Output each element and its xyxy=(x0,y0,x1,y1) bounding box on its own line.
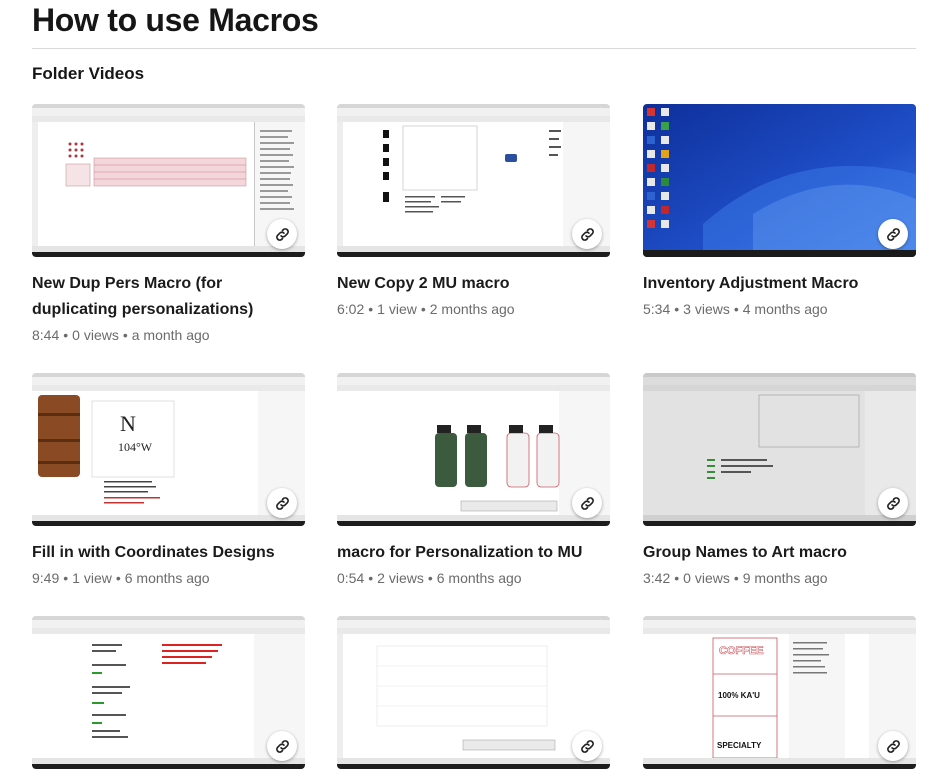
video-thumbnail[interactable] xyxy=(337,616,610,769)
video-meta: 0:54 • 2 views • 6 months ago xyxy=(337,570,522,586)
video-title[interactable]: Group Names to Art macro xyxy=(643,540,916,566)
screenshot-app-window xyxy=(337,616,610,769)
video-title[interactable]: Inventory Adjustment Macro xyxy=(643,271,916,297)
video-title[interactable]: Fill in with Coordinates Designs xyxy=(32,540,305,566)
video-views: 0 views xyxy=(72,327,119,343)
video-title[interactable]: New Copy 2 MU macro xyxy=(337,271,610,297)
video-card[interactable]: Group Names to Art macro 3:42 • 0 views • 9 … xyxy=(643,373,916,588)
video-thumbnail[interactable]: N 104°W xyxy=(32,373,305,526)
screenshot-app-window xyxy=(32,616,305,769)
section-title: Folder Videos xyxy=(32,64,145,83)
link-icon[interactable] xyxy=(572,488,602,518)
thumb-text: N xyxy=(120,411,136,436)
video-card[interactable]: macro for Personalization to MU 0:54 • 2 v… xyxy=(337,373,610,588)
video-age: 2 months ago xyxy=(429,301,515,317)
screenshot-app-window: COFFEE 100% KA'U SPECIALTY xyxy=(643,616,916,769)
title-divider xyxy=(32,48,916,49)
video-card[interactable] xyxy=(32,616,305,769)
video-duration: 6:02 xyxy=(337,301,365,317)
video-thumbnail[interactable]: COFFEE 100% KA'U SPECIALTY xyxy=(643,616,916,769)
video-thumbnail[interactable] xyxy=(32,616,305,769)
link-icon[interactable] xyxy=(878,731,908,761)
video-thumbnail[interactable] xyxy=(337,104,610,257)
video-age: a month ago xyxy=(131,327,210,343)
link-icon[interactable] xyxy=(267,731,297,761)
video-thumbnail[interactable] xyxy=(643,104,916,257)
link-icon[interactable] xyxy=(267,219,297,249)
video-title[interactable]: macro for Personalization to MU xyxy=(337,540,610,566)
screenshot-app-window: N 104°W xyxy=(32,373,305,526)
video-duration: 3:42 xyxy=(643,570,671,586)
video-views: 2 views xyxy=(377,570,424,586)
thumb-text: SPECIALTY xyxy=(717,741,762,750)
link-icon[interactable] xyxy=(572,731,602,761)
video-card[interactable]: N 104°W Fill in with Coordinates Designs… xyxy=(32,373,305,588)
video-title[interactable]: New Dup Pers Macro (for duplicating pers… xyxy=(32,271,305,323)
link-icon[interactable] xyxy=(572,219,602,249)
video-meta: 9:49 • 1 view • 6 months ago xyxy=(32,570,210,586)
video-card[interactable]: COFFEE 100% KA'U SPECIALTY xyxy=(643,616,916,769)
thumb-text: COFFEE xyxy=(719,645,764,657)
video-views: 1 view xyxy=(377,301,417,317)
thumb-text: 104°W xyxy=(118,440,153,454)
screenshot-app-window xyxy=(643,373,916,526)
video-duration: 0:54 xyxy=(337,570,365,586)
video-meta: 3:42 • 0 views • 9 months ago xyxy=(643,570,828,586)
screenshot-app-window xyxy=(32,104,305,257)
video-card[interactable] xyxy=(337,616,610,769)
video-views: 0 views xyxy=(683,570,730,586)
video-age: 9 months ago xyxy=(742,570,828,586)
video-meta: 5:34 • 3 views • 4 months ago xyxy=(643,301,828,317)
video-meta: 8:44 • 0 views • a month ago xyxy=(32,327,210,343)
screenshot-desktop xyxy=(643,104,916,257)
video-card[interactable]: Inventory Adjustment Macro 5:34 • 3 views •… xyxy=(643,104,916,319)
video-card[interactable]: New Dup Pers Macro (for duplicating pers… xyxy=(32,104,305,345)
video-age: 6 months ago xyxy=(436,570,522,586)
link-icon[interactable] xyxy=(267,488,297,518)
video-age: 6 months ago xyxy=(124,570,210,586)
screenshot-app-window xyxy=(337,373,610,526)
video-duration: 5:34 xyxy=(643,301,671,317)
video-card[interactable]: New Copy 2 MU macro 6:02 • 1 view • 2 months… xyxy=(337,104,610,319)
video-duration: 8:44 xyxy=(32,327,60,343)
video-thumbnail[interactable] xyxy=(337,373,610,526)
screenshot-app-window xyxy=(337,104,610,257)
video-age: 4 months ago xyxy=(742,301,828,317)
page-title: How to use Macros xyxy=(32,2,319,38)
video-thumbnail[interactable] xyxy=(32,104,305,257)
link-icon[interactable] xyxy=(878,488,908,518)
video-thumbnail[interactable] xyxy=(643,373,916,526)
video-views: 3 views xyxy=(683,301,730,317)
thumb-text: 100% KA'U xyxy=(718,691,760,700)
video-meta: 6:02 • 1 view • 2 months ago xyxy=(337,301,515,317)
video-duration: 9:49 xyxy=(32,570,60,586)
link-icon[interactable] xyxy=(878,219,908,249)
video-views: 1 view xyxy=(72,570,112,586)
